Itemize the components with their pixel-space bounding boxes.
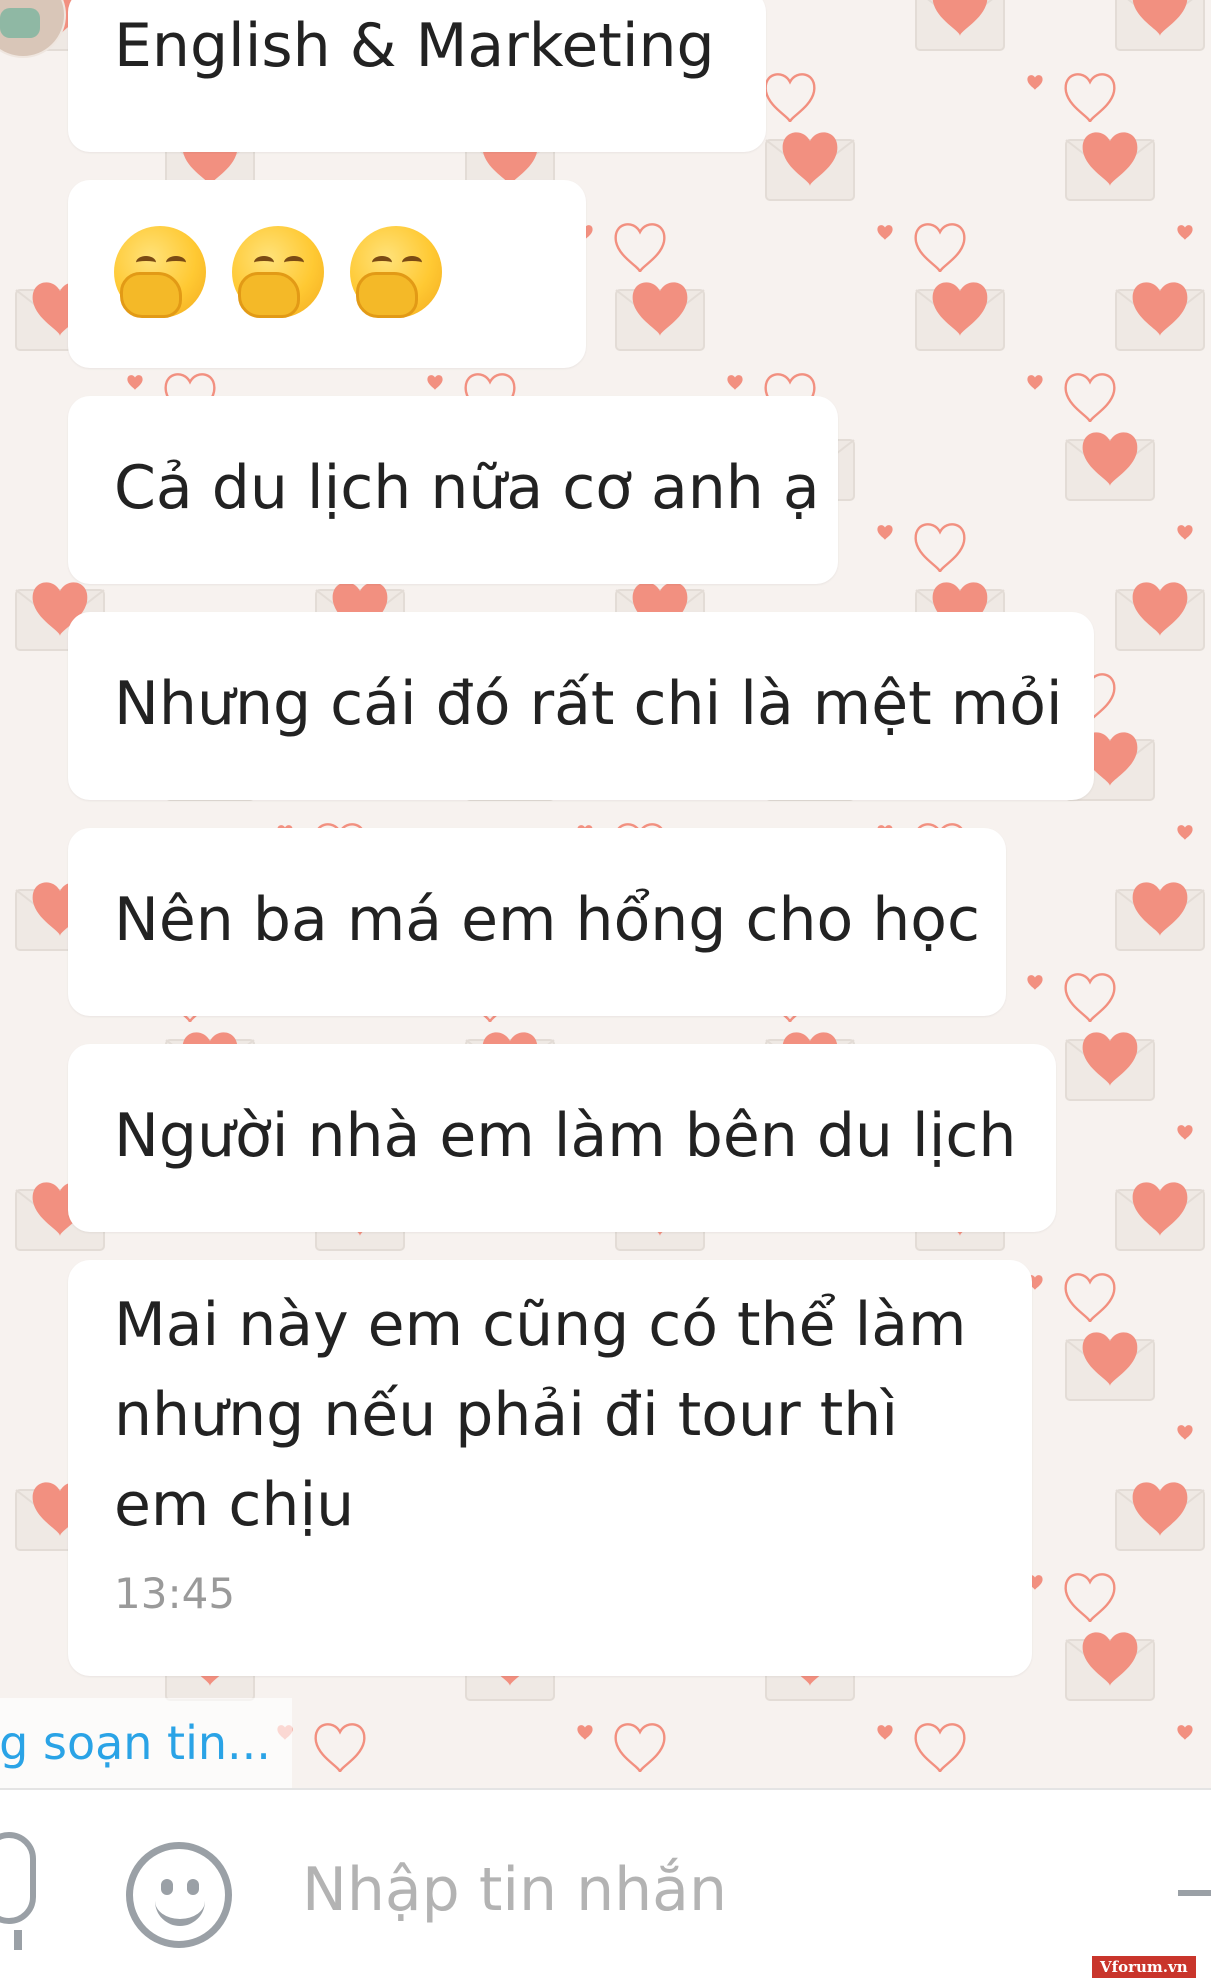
message-timestamp: 13:45	[114, 1569, 236, 1618]
face-with-hand-over-mouth-icon	[350, 226, 442, 318]
message-bubble[interactable]: Nên ba má em hổng cho học	[68, 828, 1006, 1016]
message-bubble[interactable]: Nhưng cái đó rất chi là mệt mỏi	[68, 612, 1094, 800]
message-bubble[interactable]: English & Marketing	[68, 0, 766, 152]
microphone-stand	[14, 1930, 22, 1950]
more-options-icon[interactable]	[1178, 1890, 1211, 1896]
microphone-icon[interactable]	[0, 1832, 36, 1924]
emoji-picker-icon[interactable]	[126, 1842, 232, 1948]
message-text: Mai này em cũng có thể làm nhưng nếu phả…	[114, 1290, 967, 1540]
message-text: Nên ba má em hổng cho học	[114, 885, 980, 955]
message-input[interactable]	[300, 1834, 1124, 1946]
message-text: Cả du lịch nữa cơ anh ạ	[114, 453, 820, 523]
message-bubble[interactable]: Mai này em cũng có thể làm nhưng nếu phả…	[68, 1260, 1032, 1676]
message-text: Người nhà em làm bên du lịch	[114, 1101, 1017, 1171]
message-composer	[0, 1788, 1211, 1985]
message-text: Nhưng cái đó rất chi là mệt mỏi	[114, 669, 1063, 739]
message-bubble[interactable]: Cả du lịch nữa cơ anh ạ	[68, 396, 838, 584]
message-text: English & Marketing	[114, 11, 715, 81]
face-with-hand-over-mouth-icon	[232, 226, 324, 318]
message-bubble-emoji[interactable]	[68, 180, 586, 368]
message-bubble[interactable]: Người nhà em làm bên du lịch	[68, 1044, 1056, 1232]
typing-indicator: ng soạn tin...	[0, 1698, 292, 1788]
face-with-hand-over-mouth-icon	[114, 226, 206, 318]
typing-indicator-text: ng soạn tin...	[0, 1716, 271, 1770]
watermark-logo: Vforum.vn	[1092, 1956, 1196, 1978]
